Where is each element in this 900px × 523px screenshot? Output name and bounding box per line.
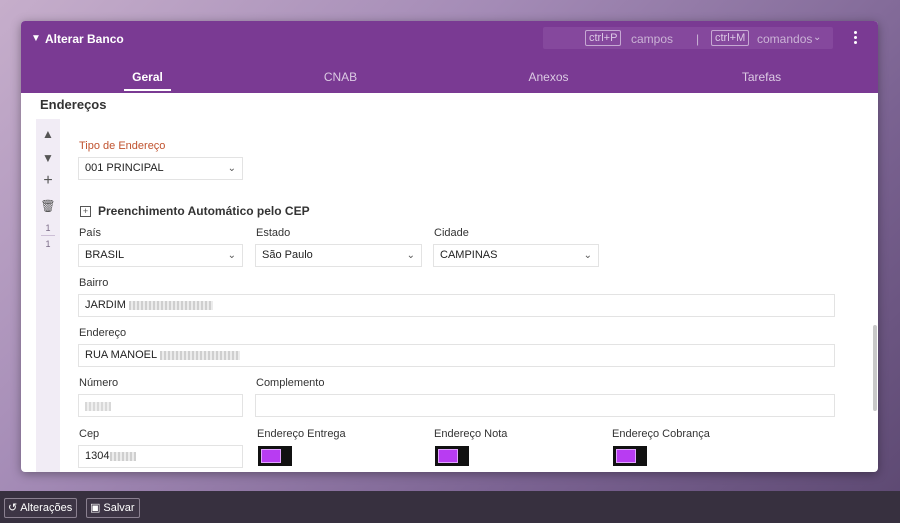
billing-address-toggle[interactable] (613, 446, 647, 466)
record-counter-current: 1 (45, 223, 51, 233)
save-button-label: Salvar (103, 502, 135, 514)
more-options-icon[interactable] (854, 31, 858, 47)
collapse-caret-icon[interactable]: ▼ (31, 33, 41, 44)
neighborhood-value: JARDIM (85, 299, 126, 311)
expand-plus-icon[interactable]: + (80, 206, 91, 217)
cep-label: Cep (79, 428, 100, 440)
add-icon[interactable]: + (36, 172, 60, 190)
country-select[interactable]: BRASIL ⌄ (78, 244, 243, 267)
fields-shortcut-label: campos (631, 32, 674, 46)
alterar-banco-dialog: ▼ Alterar Banco ctrl+P campos | ctrl+M c… (21, 21, 878, 472)
section-title: Endereços (40, 97, 107, 112)
cep-input[interactable]: 1304 (78, 445, 243, 468)
country-value: BRASIL (85, 249, 125, 261)
auto-fill-title[interactable]: Preenchimento Automático pelo CEP (98, 204, 310, 218)
neighborhood-input[interactable]: JARDIM (78, 294, 835, 317)
trash-icon[interactable]: 🗑 (36, 199, 60, 213)
number-label: Número (79, 377, 119, 389)
address-type-value: 001 PRINCIPAL (85, 162, 164, 174)
redacted-text (160, 350, 241, 360)
delivery-address-toggle[interactable] (258, 446, 292, 466)
invoice-address-toggle[interactable] (435, 446, 469, 466)
dialog-header: ▼ Alterar Banco ctrl+P campos | ctrl+M c… (21, 21, 878, 93)
counter-divider (41, 235, 55, 236)
chevron-down-icon: ⌄ (227, 163, 236, 174)
save-button[interactable]: ▣ Salvar (86, 498, 140, 518)
redacted-text (110, 451, 137, 461)
footer-bar: ↺ Alterações ▣ Salvar (0, 491, 900, 523)
title-row: ▼ Alterar Banco ctrl+P campos | ctrl+M c… (21, 21, 878, 57)
cep-value: 1304 (85, 450, 110, 462)
save-disk-icon: ▣ (90, 502, 101, 514)
neighborhood-label: Bairro (79, 277, 109, 289)
active-tab-indicator (124, 89, 171, 91)
dialog-title: Alterar Banco (45, 32, 124, 46)
state-select[interactable]: São Paulo ⌄ (255, 244, 422, 267)
delivery-address-label: Endereço Entrega (257, 428, 346, 440)
changes-button[interactable]: ↺ Alterações (4, 498, 78, 518)
changes-button-label: Alterações (20, 502, 73, 514)
street-label: Endereço (79, 327, 127, 339)
redacted-text (128, 300, 213, 310)
tab-cnab[interactable]: CNAB (313, 70, 368, 84)
shortcut-separator: | (696, 32, 700, 46)
chevron-down-icon: ⌄ (406, 250, 415, 261)
chevron-down-icon: ⌄ (227, 250, 236, 261)
tab-geral[interactable]: Geral (120, 70, 175, 84)
address-type-select[interactable]: 001 PRINCIPAL ⌄ (78, 157, 243, 180)
commands-shortcut-key: ctrl+M (711, 30, 750, 46)
complement-label: Complemento (256, 377, 325, 389)
street-input[interactable]: RUA MANOEL (78, 344, 835, 367)
state-value: São Paulo (262, 249, 313, 261)
city-label: Cidade (434, 227, 469, 239)
commands-shortcut-label: comandos (757, 32, 813, 46)
invoice-address-label: Endereço Nota (434, 428, 508, 440)
shortcut-hints: ctrl+P campos | ctrl+M comandos ⌄ (543, 27, 833, 49)
chevron-down-icon: ⌄ (583, 250, 592, 261)
tab-anexos[interactable]: Anexos (521, 70, 576, 84)
number-input[interactable] (78, 394, 243, 417)
city-select[interactable]: CAMPINAS ⌄ (433, 244, 599, 267)
move-down-icon[interactable]: ▼ (36, 151, 60, 165)
fields-shortcut-key: ctrl+P (585, 30, 622, 46)
record-rail: ▲ ▼ + 🗑 1 1 (36, 119, 60, 472)
history-icon: ↺ (8, 502, 18, 514)
vertical-scrollbar[interactable] (873, 325, 877, 411)
complement-input[interactable] (255, 394, 835, 417)
tab-tarefas[interactable]: Tarefas (734, 70, 789, 84)
state-label: Estado (256, 227, 291, 239)
country-label: País (79, 227, 102, 239)
address-type-label: Tipo de Endereço (79, 140, 166, 152)
tab-bar: Geral CNAB Anexos Tarefas (21, 63, 878, 93)
city-value: CAMPINAS (440, 249, 498, 261)
chevron-down-icon[interactable]: ⌄ (813, 32, 821, 43)
billing-address-label: Endereço Cobrança (612, 428, 710, 440)
redacted-text (85, 402, 111, 411)
record-counter-total: 1 (45, 239, 51, 249)
move-up-icon[interactable]: ▲ (36, 127, 60, 141)
street-value: RUA MANOEL (85, 349, 158, 361)
